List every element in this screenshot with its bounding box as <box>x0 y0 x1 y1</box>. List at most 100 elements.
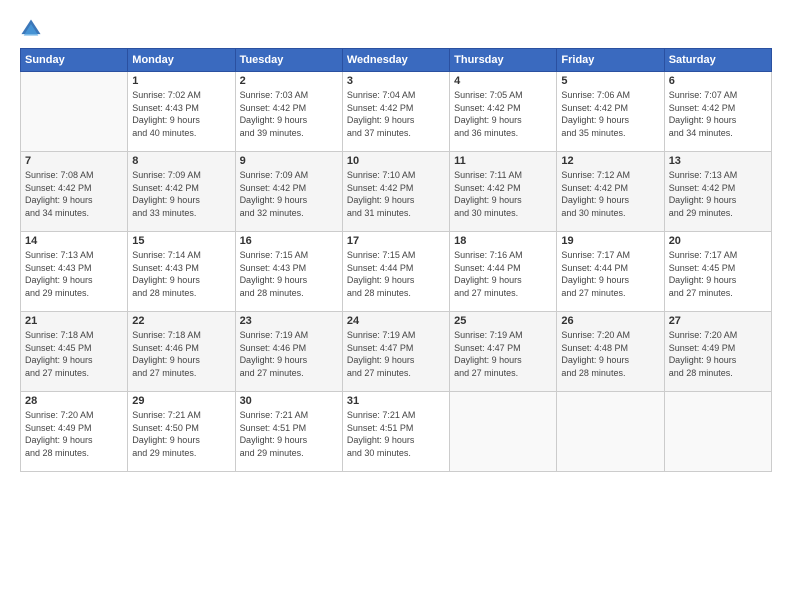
cell-w4-d6 <box>664 392 771 472</box>
cell-w1-d2: 9 Sunrise: 7:09 AMSunset: 4:42 PMDaylight… <box>235 152 342 232</box>
cell-w3-d4: 25 Sunrise: 7:19 AMSunset: 4:47 PMDayligh… <box>450 312 557 392</box>
day-number: 23 <box>240 315 338 327</box>
col-header-saturday: Saturday <box>664 49 771 72</box>
cell-w4-d1: 29 Sunrise: 7:21 AMSunset: 4:50 PMDayligh… <box>128 392 235 472</box>
col-header-thursday: Thursday <box>450 49 557 72</box>
day-info: Sunrise: 7:18 AMSunset: 4:46 PMDaylight:… <box>132 329 230 379</box>
cell-w4-d4 <box>450 392 557 472</box>
cell-w3-d3: 24 Sunrise: 7:19 AMSunset: 4:47 PMDayligh… <box>342 312 449 392</box>
day-info: Sunrise: 7:17 AMSunset: 4:44 PMDaylight:… <box>561 249 659 299</box>
day-info: Sunrise: 7:19 AMSunset: 4:47 PMDaylight:… <box>454 329 552 379</box>
day-info: Sunrise: 7:02 AMSunset: 4:43 PMDaylight:… <box>132 89 230 139</box>
day-info: Sunrise: 7:12 AMSunset: 4:42 PMDaylight:… <box>561 169 659 219</box>
day-number: 16 <box>240 235 338 247</box>
day-number: 10 <box>347 155 445 167</box>
cell-w4-d3: 31 Sunrise: 7:21 AMSunset: 4:51 PMDayligh… <box>342 392 449 472</box>
header <box>20 18 772 40</box>
day-info: Sunrise: 7:06 AMSunset: 4:42 PMDaylight:… <box>561 89 659 139</box>
col-header-monday: Monday <box>128 49 235 72</box>
cell-w1-d4: 11Sunrise: 7:11 AMSunset: 4:42 PMDayligh… <box>450 152 557 232</box>
day-number: 7 <box>25 155 123 167</box>
day-info: Sunrise: 7:19 AMSunset: 4:47 PMDaylight:… <box>347 329 445 379</box>
cell-w2-d0: 14 Sunrise: 7:13 AMSunset: 4:43 PMDayligh… <box>21 232 128 312</box>
col-header-tuesday: Tuesday <box>235 49 342 72</box>
day-number: 13 <box>669 155 767 167</box>
day-number: 26 <box>561 315 659 327</box>
cell-w2-d1: 15 Sunrise: 7:14 AMSunset: 4:43 PMDayligh… <box>128 232 235 312</box>
day-info: Sunrise: 7:21 AMSunset: 4:50 PMDaylight:… <box>132 409 230 459</box>
cell-w1-d3: 10 Sunrise: 7:10 AMSunset: 4:42 PMDayligh… <box>342 152 449 232</box>
day-number: 9 <box>240 155 338 167</box>
week-row-3: 21Sunrise: 7:18 AMSunset: 4:45 PMDayligh… <box>21 312 772 392</box>
day-info: Sunrise: 7:15 AMSunset: 4:43 PMDaylight:… <box>240 249 338 299</box>
cell-w3-d6: 27 Sunrise: 7:20 AMSunset: 4:49 PMDayligh… <box>664 312 771 392</box>
week-row-1: 7 Sunrise: 7:08 AMSunset: 4:42 PMDaylight… <box>21 152 772 232</box>
day-number: 19 <box>561 235 659 247</box>
day-number: 6 <box>669 75 767 87</box>
day-info: Sunrise: 7:07 AMSunset: 4:42 PMDaylight:… <box>669 89 767 139</box>
day-info: Sunrise: 7:13 AMSunset: 4:42 PMDaylight:… <box>669 169 767 219</box>
day-info: Sunrise: 7:11 AMSunset: 4:42 PMDaylight:… <box>454 169 552 219</box>
cell-w2-d3: 17Sunrise: 7:15 AMSunset: 4:44 PMDayligh… <box>342 232 449 312</box>
cell-w1-d1: 8Sunrise: 7:09 AMSunset: 4:42 PMDaylight… <box>128 152 235 232</box>
day-number: 24 <box>347 315 445 327</box>
day-info: Sunrise: 7:05 AMSunset: 4:42 PMDaylight:… <box>454 89 552 139</box>
day-info: Sunrise: 7:20 AMSunset: 4:48 PMDaylight:… <box>561 329 659 379</box>
day-info: Sunrise: 7:10 AMSunset: 4:42 PMDaylight:… <box>347 169 445 219</box>
day-number: 22 <box>132 315 230 327</box>
day-info: Sunrise: 7:21 AMSunset: 4:51 PMDaylight:… <box>240 409 338 459</box>
day-info: Sunrise: 7:14 AMSunset: 4:43 PMDaylight:… <box>132 249 230 299</box>
col-header-sunday: Sunday <box>21 49 128 72</box>
page: SundayMondayTuesdayWednesdayThursdayFrid… <box>0 0 792 612</box>
calendar-table: SundayMondayTuesdayWednesdayThursdayFrid… <box>20 48 772 472</box>
day-info: Sunrise: 7:19 AMSunset: 4:46 PMDaylight:… <box>240 329 338 379</box>
day-number: 29 <box>132 395 230 407</box>
day-number: 5 <box>561 75 659 87</box>
day-number: 25 <box>454 315 552 327</box>
day-info: Sunrise: 7:16 AMSunset: 4:44 PMDaylight:… <box>454 249 552 299</box>
cell-w0-d3: 3 Sunrise: 7:04 AMSunset: 4:42 PMDaylight… <box>342 72 449 152</box>
day-number: 28 <box>25 395 123 407</box>
cell-w0-d6: 6 Sunrise: 7:07 AMSunset: 4:42 PMDaylight… <box>664 72 771 152</box>
cell-w0-d1: 1 Sunrise: 7:02 AMSunset: 4:43 PMDaylight… <box>128 72 235 152</box>
header-row: SundayMondayTuesdayWednesdayThursdayFrid… <box>21 49 772 72</box>
day-info: Sunrise: 7:20 AMSunset: 4:49 PMDaylight:… <box>669 329 767 379</box>
day-info: Sunrise: 7:09 AMSunset: 4:42 PMDaylight:… <box>132 169 230 219</box>
day-info: Sunrise: 7:13 AMSunset: 4:43 PMDaylight:… <box>25 249 123 299</box>
day-info: Sunrise: 7:20 AMSunset: 4:49 PMDaylight:… <box>25 409 123 459</box>
day-number: 18 <box>454 235 552 247</box>
day-number: 3 <box>347 75 445 87</box>
day-info: Sunrise: 7:09 AMSunset: 4:42 PMDaylight:… <box>240 169 338 219</box>
day-number: 12 <box>561 155 659 167</box>
day-number: 20 <box>669 235 767 247</box>
cell-w4-d2: 30Sunrise: 7:21 AMSunset: 4:51 PMDayligh… <box>235 392 342 472</box>
day-info: Sunrise: 7:18 AMSunset: 4:45 PMDaylight:… <box>25 329 123 379</box>
day-info: Sunrise: 7:08 AMSunset: 4:42 PMDaylight:… <box>25 169 123 219</box>
day-number: 17 <box>347 235 445 247</box>
day-number: 31 <box>347 395 445 407</box>
cell-w2-d5: 19 Sunrise: 7:17 AMSunset: 4:44 PMDayligh… <box>557 232 664 312</box>
day-number: 27 <box>669 315 767 327</box>
cell-w3-d2: 23 Sunrise: 7:19 AMSunset: 4:46 PMDayligh… <box>235 312 342 392</box>
day-number: 1 <box>132 75 230 87</box>
day-number: 2 <box>240 75 338 87</box>
day-number: 14 <box>25 235 123 247</box>
cell-w3-d5: 26 Sunrise: 7:20 AMSunset: 4:48 PMDayligh… <box>557 312 664 392</box>
logo-icon <box>20 18 42 40</box>
cell-w2-d6: 20 Sunrise: 7:17 AMSunset: 4:45 PMDayligh… <box>664 232 771 312</box>
day-info: Sunrise: 7:17 AMSunset: 4:45 PMDaylight:… <box>669 249 767 299</box>
day-info: Sunrise: 7:04 AMSunset: 4:42 PMDaylight:… <box>347 89 445 139</box>
day-number: 4 <box>454 75 552 87</box>
day-info: Sunrise: 7:03 AMSunset: 4:42 PMDaylight:… <box>240 89 338 139</box>
day-number: 15 <box>132 235 230 247</box>
cell-w2-d4: 18 Sunrise: 7:16 AMSunset: 4:44 PMDayligh… <box>450 232 557 312</box>
week-row-0: 1 Sunrise: 7:02 AMSunset: 4:43 PMDaylight… <box>21 72 772 152</box>
cell-w1-d0: 7 Sunrise: 7:08 AMSunset: 4:42 PMDaylight… <box>21 152 128 232</box>
cell-w3-d1: 22 Sunrise: 7:18 AMSunset: 4:46 PMDayligh… <box>128 312 235 392</box>
cell-w2-d2: 16 Sunrise: 7:15 AMSunset: 4:43 PMDayligh… <box>235 232 342 312</box>
cell-w1-d5: 12 Sunrise: 7:12 AMSunset: 4:42 PMDayligh… <box>557 152 664 232</box>
col-header-friday: Friday <box>557 49 664 72</box>
week-row-2: 14 Sunrise: 7:13 AMSunset: 4:43 PMDayligh… <box>21 232 772 312</box>
day-info: Sunrise: 7:21 AMSunset: 4:51 PMDaylight:… <box>347 409 445 459</box>
cell-w0-d4: 4 Sunrise: 7:05 AMSunset: 4:42 PMDaylight… <box>450 72 557 152</box>
